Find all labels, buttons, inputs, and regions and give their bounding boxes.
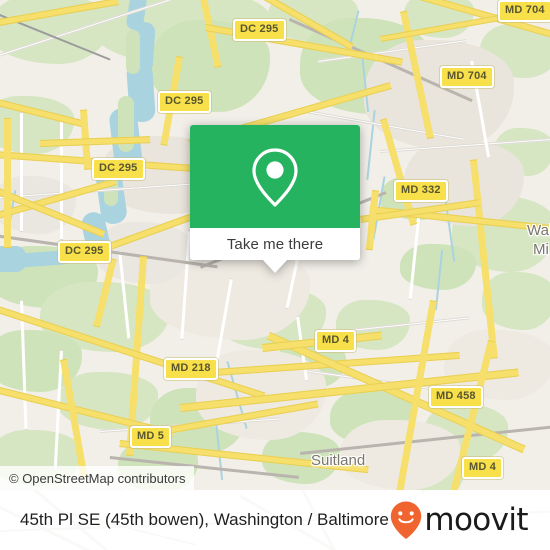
map-water xyxy=(0,246,26,272)
place-label-suitland: Suitland xyxy=(311,452,366,469)
station-callout-card[interactable]: Take me there xyxy=(190,125,360,273)
moovit-wordmark: moovit xyxy=(424,501,528,538)
road-shield[interactable]: MD 4 xyxy=(315,330,357,352)
screenshot-root: DC 295 MD 704 MD 704 DC 295 DC 295 MD 33… xyxy=(0,0,550,550)
map-canvas[interactable]: DC 295 MD 704 MD 704 DC 295 DC 295 MD 33… xyxy=(0,0,550,490)
station-title: 45th Pl SE (45th bowen), Washington / Ba… xyxy=(20,510,389,529)
road-shield[interactable]: MD 458 xyxy=(429,386,483,408)
road-shield[interactable]: MD 704 xyxy=(440,66,494,88)
footer-bar: 45th Pl SE (45th bowen), Washington / Ba… xyxy=(0,490,550,550)
road-shield[interactable]: MD 218 xyxy=(164,358,218,380)
road-shield[interactable]: DC 295 xyxy=(158,91,211,113)
road-shield[interactable]: DC 295 xyxy=(233,19,286,41)
place-label-walker-mill: Walk xyxy=(527,222,550,239)
callout-pointer xyxy=(262,259,288,273)
place-label-walker-mill-2: Mi xyxy=(533,241,549,258)
map-road-minor xyxy=(20,112,23,232)
callout-icon-area xyxy=(190,125,360,228)
road-shield[interactable]: MD 4 xyxy=(462,457,504,479)
road-shield[interactable]: MD 332 xyxy=(394,180,448,202)
moovit-pin-smiley-icon xyxy=(391,501,422,539)
road-shield[interactable]: DC 295 xyxy=(92,158,145,180)
road-shield[interactable]: MD 5 xyxy=(130,426,172,448)
road-shield[interactable]: MD 704 xyxy=(498,0,550,22)
map-attribution[interactable]: © OpenStreetMap contributors xyxy=(0,466,194,490)
take-me-there-button[interactable]: Take me there xyxy=(190,228,360,260)
footer-content: 45th Pl SE (45th bowen), Washington / Ba… xyxy=(0,490,550,550)
attribution-text: © OpenStreetMap contributors xyxy=(9,470,186,486)
map-road-motorway xyxy=(4,118,11,248)
moovit-logo[interactable]: moovit xyxy=(389,500,529,540)
map-pin-icon xyxy=(252,147,298,207)
map-water-island xyxy=(126,30,140,74)
take-me-there-label: Take me there xyxy=(226,235,324,253)
callout-body[interactable]: Take me there xyxy=(190,125,360,260)
map-road-minor xyxy=(60,120,63,240)
road-shield[interactable]: DC 295 xyxy=(58,241,111,263)
